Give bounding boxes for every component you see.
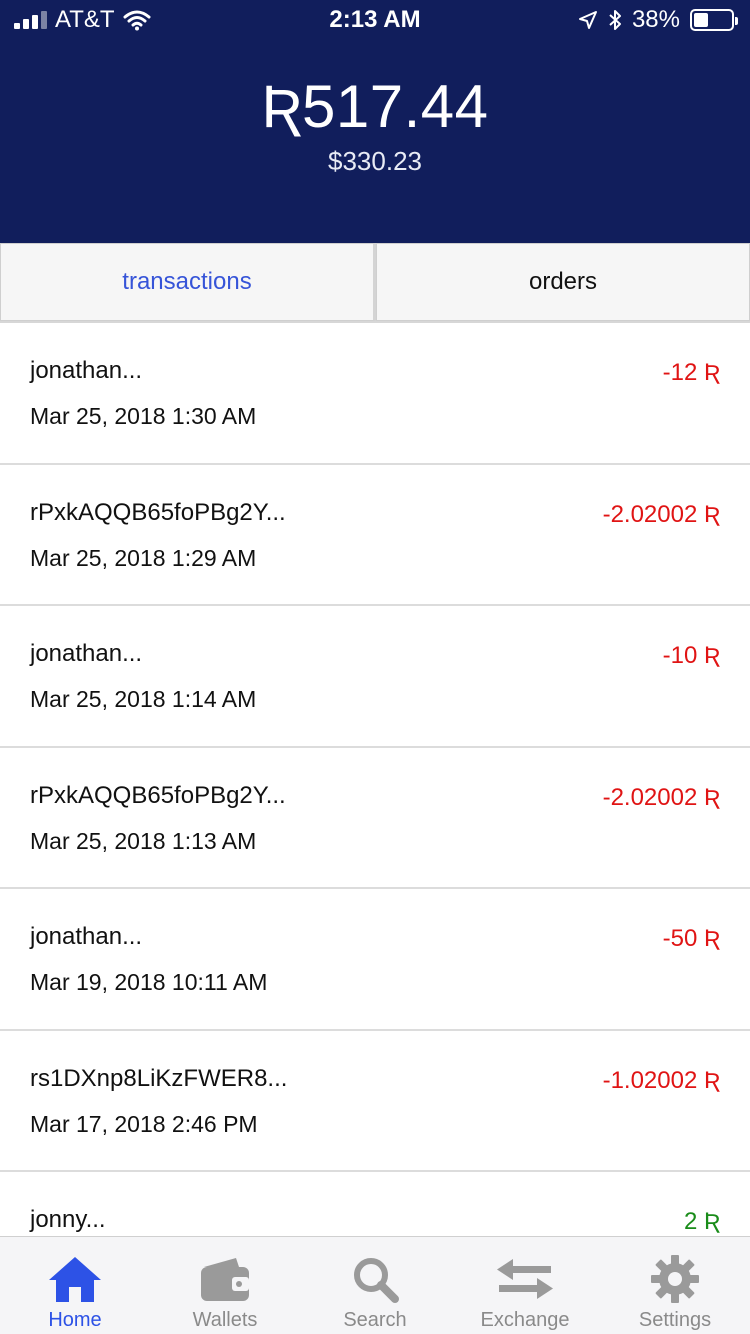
transaction-amount: -10 Ʀ	[662, 642, 720, 669]
transaction-row[interactable]: jonathan... Mar 25, 2018 1:30 AM -12 Ʀ	[0, 323, 750, 465]
transaction-amount: -50 Ʀ	[662, 925, 720, 952]
transaction-counterparty: rPxkAQQB65foPBg2Y...	[30, 781, 286, 809]
nav-search[interactable]: Search	[300, 1237, 450, 1334]
transaction-amount: -12 Ʀ	[662, 359, 720, 386]
bluetooth-icon	[609, 10, 621, 30]
transaction-date: Mar 25, 2018 1:29 AM	[30, 544, 257, 571]
search-icon	[345, 1251, 405, 1307]
transaction-amount: -1.02002 Ʀ	[602, 1066, 720, 1094]
battery-percent: 38%	[631, 6, 680, 33]
nav-exchange[interactable]: Exchange	[450, 1237, 600, 1334]
transaction-amount: 2 Ʀ	[683, 1208, 720, 1235]
tab-transactions[interactable]: transactions	[0, 243, 376, 321]
transaction-date: Mar 19, 2018 10:11 AM	[30, 969, 268, 995]
transaction-row[interactable]: rs1DXnp8LiKzFWER8... Mar 17, 2018 2:46 P…	[0, 1031, 750, 1172]
battery-icon	[690, 9, 738, 31]
home-icon	[45, 1251, 105, 1307]
nav-wallets[interactable]: Wallets	[150, 1237, 300, 1334]
transaction-counterparty: rs1DXnp8LiKzFWER8...	[30, 1064, 288, 1092]
nav-search-label: Search	[343, 1309, 407, 1331]
transaction-row[interactable]: rPxkAQQB65foPBg2Y... Mar 25, 2018 1:13 A…	[0, 748, 750, 889]
tab-orders[interactable]: orders	[376, 243, 750, 321]
battery-nub	[735, 17, 738, 25]
transaction-date: Mar 17, 2018 2:46 PM	[30, 1110, 258, 1137]
transaction-amount: -2.02002 Ʀ	[602, 783, 720, 811]
transaction-date: Mar 25, 2018 1:14 AM	[30, 686, 257, 712]
transaction-counterparty: jonathan...	[30, 923, 143, 950]
transaction-row[interactable]: jonathan... Mar 19, 2018 10:11 AM -50 Ʀ	[0, 889, 750, 1031]
wallet-icon	[195, 1251, 255, 1307]
exchange-icon	[495, 1251, 555, 1307]
nav-home-label: Home	[48, 1309, 102, 1331]
wallet-balance: Ʀ517.44	[261, 73, 489, 140]
bottom-tab-bar: Home Wallets Search Exchange Settings	[0, 1236, 750, 1334]
transaction-row[interactable]: jonny... 2 Ʀ	[0, 1172, 750, 1236]
transaction-amount: -2.02002 Ʀ	[602, 500, 720, 528]
transaction-date: Mar 25, 2018 1:13 AM	[30, 827, 257, 854]
battery-level-fill	[694, 13, 708, 27]
wallet-balance-usd: $330.23	[328, 146, 422, 176]
balance-header: AT&T 2:13 AM 38% Ʀ517.44 $330.23	[0, 0, 750, 243]
location-arrow-icon	[578, 11, 597, 29]
transaction-counterparty: jonathan...	[30, 357, 143, 384]
tab-bar: transactions orders	[0, 243, 750, 323]
nav-home[interactable]: Home	[0, 1237, 150, 1334]
transaction-counterparty: jonny...	[30, 1206, 106, 1233]
status-right: 38%	[578, 6, 738, 34]
nav-settings[interactable]: Settings	[600, 1237, 750, 1334]
nav-wallets-label: Wallets	[192, 1309, 258, 1331]
nav-settings-label: Settings	[638, 1309, 712, 1331]
transaction-list[interactable]: jonathan... Mar 25, 2018 1:30 AM -12 Ʀ r…	[0, 323, 750, 1236]
transaction-row[interactable]: jonathan... Mar 25, 2018 1:14 AM -10 Ʀ	[0, 606, 750, 748]
transaction-date: Mar 25, 2018 1:30 AM	[30, 403, 257, 429]
gear-icon	[645, 1251, 705, 1307]
transaction-counterparty: rPxkAQQB65foPBg2Y...	[30, 498, 286, 526]
status-bar: AT&T 2:13 AM 38%	[0, 0, 750, 40]
nav-exchange-label: Exchange	[480, 1309, 570, 1331]
transaction-counterparty: jonathan...	[30, 640, 143, 667]
transaction-row[interactable]: rPxkAQQB65foPBg2Y... Mar 25, 2018 1:29 A…	[0, 465, 750, 606]
